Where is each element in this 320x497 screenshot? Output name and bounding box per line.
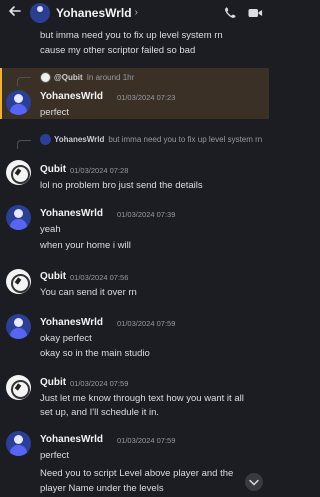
message-text: perfect: [40, 450, 70, 461]
message-timestamp: 01/03/2024 07:23: [117, 93, 176, 102]
reply-preview[interactable]: YohanesWrld but imma need you to fix up …: [40, 134, 262, 145]
back-arrow-icon[interactable]: [0, 4, 30, 22]
reply-connector: [17, 140, 31, 149]
message-text: set up, and I'll schedule it in.: [40, 407, 160, 418]
avatar[interactable]: [6, 205, 31, 230]
message-text: lol no problem bro just send the details: [40, 180, 203, 191]
scroll-to-bottom-button[interactable]: [245, 473, 263, 491]
chevron-right-icon[interactable]: ›: [135, 7, 138, 18]
avatar: [40, 134, 51, 145]
avatar[interactable]: [6, 160, 31, 185]
avatar[interactable]: [6, 431, 31, 456]
message-text: okay so in the main studio: [40, 348, 150, 359]
avatar[interactable]: [6, 90, 31, 115]
message-author[interactable]: Qubit: [40, 164, 66, 175]
message-list[interactable]: but imma need you to fix up level system…: [0, 25, 269, 497]
chat-header: YohanesWrld ›: [0, 0, 269, 25]
message-author[interactable]: Qubit: [40, 377, 66, 388]
message-timestamp: 01/03/2024 07:59: [70, 379, 129, 388]
avatar[interactable]: [6, 269, 31, 294]
avatar[interactable]: [6, 375, 31, 400]
message-text: player Name under the levels: [40, 483, 164, 494]
reply-text: but imma need you to fix up level system…: [108, 135, 263, 144]
message-author[interactable]: YohanesWrld: [40, 317, 103, 328]
avatar[interactable]: [6, 314, 31, 339]
message-author[interactable]: YohanesWrld: [40, 208, 103, 219]
message-text: cause my other scriptor failed so bad: [40, 45, 196, 56]
page-title[interactable]: YohanesWrld: [56, 6, 132, 20]
message-timestamp: 01/03/2024 07:39: [117, 210, 176, 219]
message-text: yeah: [40, 224, 61, 235]
message-timestamp: 01/03/2024 07:59: [117, 319, 176, 328]
message-text: perfect: [40, 107, 70, 118]
message-timestamp: 01/03/2024 07:28: [70, 166, 129, 175]
message-text: when your home i will: [40, 240, 131, 251]
reply-text: In around 1hr: [86, 73, 135, 82]
reply-connector: [17, 77, 31, 86]
reply-preview[interactable]: @Qubit In around 1hr: [40, 72, 134, 83]
avatar: [40, 72, 51, 83]
reply-author: YohanesWrld: [54, 135, 105, 144]
mention-bar: [0, 68, 2, 119]
phone-icon[interactable]: [222, 5, 238, 21]
reply-author: @Qubit: [54, 73, 83, 82]
message-text: Just let me know through text how you wa…: [40, 393, 244, 404]
avatar[interactable]: [30, 2, 50, 23]
message-text: okay perfect: [40, 333, 92, 344]
message-text: but imma need you to fix up level system…: [40, 30, 223, 41]
chevron-down-icon: [249, 473, 259, 491]
message-text: You can send it over rn: [40, 287, 137, 298]
message-author[interactable]: Qubit: [40, 271, 66, 282]
message-text: Need you to script Level above player an…: [40, 468, 234, 479]
message-author[interactable]: YohanesWrld: [40, 434, 103, 445]
message-timestamp: 01/03/2024 07:56: [70, 273, 129, 282]
message-author[interactable]: YohanesWrld: [40, 91, 103, 102]
message-timestamp: 01/03/2024 07:59: [117, 436, 176, 445]
video-camera-icon[interactable]: [247, 5, 263, 21]
